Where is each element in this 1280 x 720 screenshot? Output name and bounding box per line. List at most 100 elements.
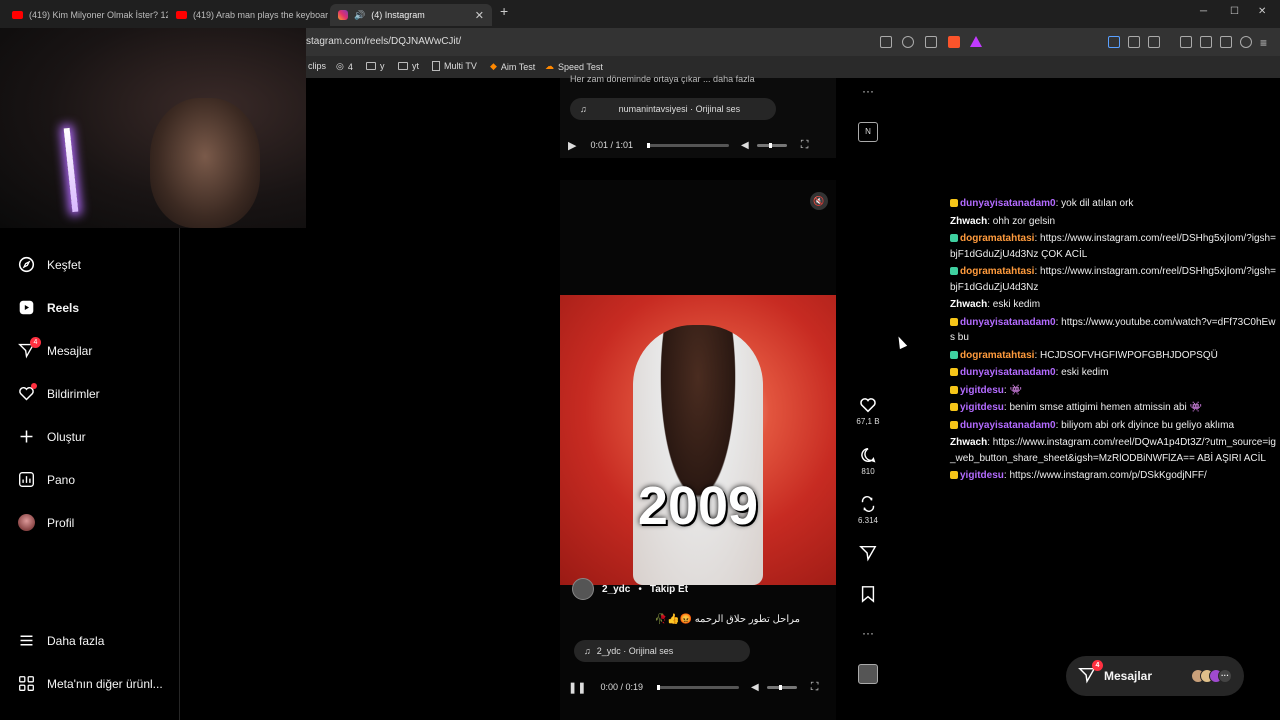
audio-thumbnail-icon[interactable]: N <box>856 122 880 142</box>
fullscreen-icon[interactable]: ⛶ <box>811 681 819 694</box>
sidebar-item-profil[interactable]: Profil <box>18 514 74 531</box>
chat-message: dunyayisatanadam0: yok dil atılan ork <box>950 196 1280 212</box>
audio-thumbnail-icon[interactable] <box>856 664 880 686</box>
comment-button[interactable]: 810 <box>856 446 880 476</box>
close-tab-icon[interactable]: ✕ <box>475 9 484 22</box>
notification-badge: 4 <box>30 337 41 348</box>
reel-audio-pill[interactable]: ♫ 2_ydc · Orijinal ses <box>574 640 750 662</box>
extension-icon[interactable] <box>1108 36 1120 48</box>
follow-button[interactable]: Takip Et <box>650 584 688 595</box>
bookmark-folder[interactable]: y <box>366 61 385 71</box>
audio-label: 2_ydc · Orijinal ses <box>596 646 674 656</box>
wallet-icon[interactable] <box>1200 36 1212 48</box>
menu-icon[interactable]: ≡ <box>1260 36 1267 50</box>
chat-text: ohh zor gelsin <box>992 215 1056 227</box>
more-options-icon[interactable]: ··· <box>856 626 880 640</box>
reel-audio-pill[interactable]: ♫ numanintavsiyesi · Orijinal ses <box>570 98 776 120</box>
fullscreen-icon[interactable]: ⛶ <box>801 139 809 152</box>
avatar[interactable] <box>572 578 594 600</box>
chat-text: eski kedim <box>1061 367 1109 378</box>
bookmark[interactable]: clips <box>308 61 326 71</box>
new-tab-icon[interactable]: + <box>500 3 508 19</box>
emoji-icons: 🥀👍😡 <box>654 614 695 625</box>
repost-button[interactable]: 6.314 <box>856 495 880 525</box>
browser-tab[interactable]: (419) Kim Milyoner Olmak İster? 120... <box>4 4 168 26</box>
reel-caption: Her zam döneminde ortaya çıkar ... daha … <box>570 74 755 84</box>
progress-bar[interactable] <box>647 142 730 148</box>
user-badge-icon <box>950 420 958 429</box>
chat-username[interactable]: yigitdesu <box>960 385 1004 396</box>
chat-username[interactable]: dunyayisatanadam0 <box>960 317 1056 328</box>
bookmark[interactable]: ◎ 4 <box>336 61 353 72</box>
chat-username[interactable]: dunyayisatanadam0 <box>960 420 1056 431</box>
music-icon[interactable] <box>1180 36 1192 48</box>
more-options-icon[interactable]: ··· <box>856 84 880 98</box>
chat-message: dunyayisatanadam0: eski kedim <box>950 365 1280 381</box>
bookmark-folder[interactable]: yt <box>398 61 419 71</box>
share-icon[interactable] <box>925 36 937 48</box>
chat-message: dogramatahtasi: https://www.instagram.co… <box>950 233 1276 260</box>
minimize-icon[interactable]: ─ <box>1200 6 1207 17</box>
menu-icon <box>18 632 35 649</box>
sidebar-item-meta[interactable]: Meta'nın diğer ürünl... <box>18 675 163 692</box>
chat-message: Zhwach: ohh zor gelsin <box>950 215 1056 227</box>
reels-icon <box>18 299 35 316</box>
browser-tab[interactable]: (419) Arab man plays the keyboard w... <box>168 4 328 26</box>
chat-username[interactable]: dunyayisatanadam0 <box>960 367 1056 378</box>
audio-label: numanintavsiyesi · Orijinal ses <box>618 104 741 114</box>
share-button[interactable] <box>856 544 880 565</box>
bookmark[interactable]: ☁ Speed Test <box>545 61 603 72</box>
sidebar-icon[interactable] <box>1148 36 1160 48</box>
volume-slider[interactable] <box>766 684 797 690</box>
user-badge-icon <box>950 267 958 275</box>
sidebar-item-bildirimler[interactable]: Bildirimler <box>18 383 100 402</box>
chat-username[interactable]: Zhwach <box>950 216 987 227</box>
brave-rewards-icon[interactable] <box>970 36 982 47</box>
zoom-icon[interactable] <box>902 36 914 48</box>
vpn-icon[interactable] <box>1240 36 1252 48</box>
chat-username[interactable]: Zhwach <box>950 437 987 448</box>
brave-shield-icon[interactable] <box>948 36 960 48</box>
chat-username[interactable]: dogramatahtasi <box>960 233 1034 244</box>
bookmark[interactable]: Multi TV <box>432 61 477 71</box>
maximize-icon[interactable]: ☐ <box>1230 6 1239 17</box>
chat-username[interactable]: dunyayisatanadam0 <box>960 198 1056 209</box>
bookmark[interactable]: ◆ Aim Test <box>490 61 535 72</box>
messages-pill[interactable]: 4 Mesajlar ··· <box>1066 656 1244 696</box>
chat-message: dogramatahtasi: HCJDSOFVHGFIWPOFGBHJDOPS… <box>950 348 1280 364</box>
chat-username[interactable]: yigitdesu <box>960 402 1004 413</box>
progress-bar[interactable] <box>656 684 739 690</box>
chat-username[interactable]: Zhwach <box>950 299 987 310</box>
chat-username[interactable]: yigitdesu <box>960 470 1004 481</box>
chat-username[interactable]: dogramatahtasi <box>960 266 1034 277</box>
sidebar-item-reels[interactable]: Reels <box>18 299 79 316</box>
chat-username[interactable]: dogramatahtasi <box>960 350 1034 361</box>
comment-icon <box>861 447 876 463</box>
volume-icon[interactable]: ◀ <box>741 140 749 151</box>
sidebar-item-mesajlar[interactable]: 4 Mesajlar <box>18 337 92 359</box>
user-badge-icon <box>950 403 958 411</box>
puzzle-icon[interactable] <box>1128 36 1140 48</box>
browser-tab-active[interactable]: 🔊 (4) Instagram ✕ <box>330 4 492 26</box>
comment-count: 810 <box>861 467 875 476</box>
chat-message: Zhwach: https://www.instagram.com/reel/D… <box>950 437 1276 464</box>
sidebar-item-kesfet[interactable]: Keşfet <box>18 256 81 273</box>
url-field[interactable]: stagram.com/reels/DQJNAWwCJit/ <box>306 36 461 47</box>
volume-slider[interactable] <box>756 142 787 148</box>
sidebar-item-pano[interactable]: Pano <box>18 471 75 488</box>
sidebar-item-olustur[interactable]: Oluştur <box>18 428 86 445</box>
username-link[interactable]: 2_ydc <box>602 584 630 595</box>
user-badge-icon <box>950 234 958 242</box>
notification-badge: 4 <box>1092 659 1103 671</box>
volume-icon[interactable]: ◀ <box>751 682 759 693</box>
ai-icon[interactable] <box>1220 36 1232 48</box>
like-button[interactable]: 67,1 B <box>856 396 880 426</box>
pause-icon[interactable]: ❚❚ <box>568 681 586 694</box>
close-window-icon[interactable]: ✕ <box>1258 6 1266 17</box>
cast-icon[interactable] <box>880 36 892 48</box>
sidebar-item-daha-fazla[interactable]: Daha fazla <box>18 632 104 649</box>
play-icon[interactable]: ▶ <box>568 139 576 152</box>
user-badge-icon <box>950 317 958 326</box>
muted-icon[interactable]: 🔇 <box>810 192 828 210</box>
save-button[interactable] <box>856 585 880 606</box>
